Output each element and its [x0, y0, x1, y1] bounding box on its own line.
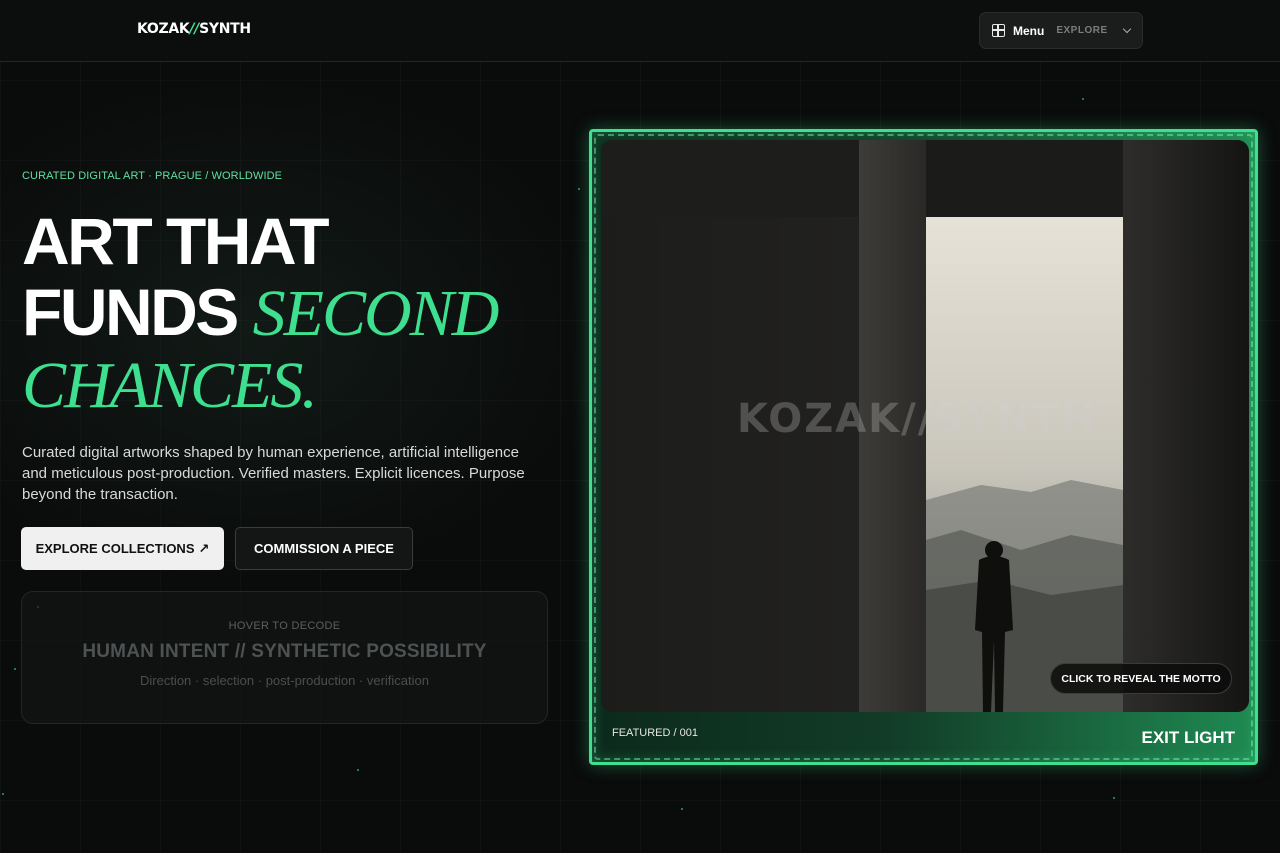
star-dot — [2, 793, 4, 795]
headline-line-1: ART THAT — [22, 204, 330, 278]
menu-button[interactable]: Menu EXPLORE — [979, 12, 1143, 49]
featured-label: FEATURED / 001 — [612, 727, 698, 739]
commission-piece-button[interactable]: COMMISSION A PIECE — [235, 527, 413, 570]
decode-title: HUMAN INTENT // SYNTHETIC POSSIBILITY — [82, 641, 487, 662]
artwork-watermark: KOZAK//SYNTH — [737, 396, 1097, 442]
explore-collections-label: EXPLORE COLLECTIONS — [35, 541, 195, 556]
commission-piece-label: COMMISSION A PIECE — [254, 541, 394, 556]
headline-line-3-accent: CHANCES. — [22, 349, 318, 422]
decode-hint: HOVER TO DECODE — [228, 620, 341, 632]
star-dot — [357, 769, 359, 771]
reveal-motto-button[interactable]: CLICK TO REVEAL THE MOTTO — [1050, 663, 1232, 694]
arrow-up-right-icon: ↗ — [198, 540, 210, 556]
menu-label: Menu — [1013, 23, 1045, 38]
headline-line-2-accent: SECOND — [252, 277, 500, 350]
site-logo[interactable]: KOZAK//SYNTH — [137, 21, 251, 37]
hero-eyebrow: CURATED DIGITAL ART · PRAGUE / WORLDWIDE — [22, 170, 283, 182]
star-dot — [1082, 98, 1084, 100]
decode-subtitle: Direction · selection · post-production … — [139, 673, 429, 688]
featured-artwork-image[interactable]: KOZAK//SYNTH CLICK TO REVEAL THE MOTTO — [601, 140, 1249, 712]
star-dot — [14, 668, 16, 670]
hero-description: Curated digital artworks shaped by human… — [22, 444, 525, 503]
grid-icon — [992, 24, 1005, 37]
star-dot — [578, 188, 580, 190]
chevron-down-icon — [1122, 24, 1131, 34]
menu-sublabel: EXPLORE — [1056, 25, 1108, 36]
star-dot — [1113, 797, 1115, 799]
featured-artwork-frame[interactable]: KOZAK//SYNTH CLICK TO REVEAL THE MOTTO F… — [589, 129, 1258, 765]
decode-card[interactable]: HOVER TO DECODE HUMAN INTENT // SYNTHETI… — [21, 591, 548, 724]
hero-headline: ART THAT FUNDS SECOND CHANCES. — [22, 204, 582, 422]
logo-text-right: SYNTH — [199, 21, 251, 37]
star-dot — [681, 808, 683, 810]
logo-text-left: KOZAK — [137, 21, 190, 37]
headline-line-2-plain: FUNDS — [22, 275, 253, 349]
featured-title: EXIT LIGHT — [1141, 728, 1236, 747]
explore-collections-button[interactable]: EXPLORE COLLECTIONS ↗ — [21, 527, 224, 570]
site-header: KOZAK//SYNTH Menu EXPLORE — [0, 0, 1280, 62]
logo-slash: // — [189, 21, 200, 37]
